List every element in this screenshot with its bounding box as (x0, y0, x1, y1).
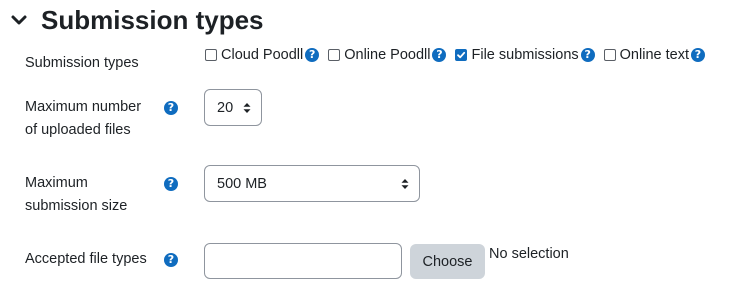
file-types-label: Accepted file types (25, 251, 147, 267)
help-icon[interactable]: ? (305, 48, 320, 62)
option-cloud-poodll[interactable]: Cloud Poodll ? (205, 47, 320, 63)
help-icon[interactable]: ? (164, 177, 178, 191)
file-types-selection: No selection (489, 246, 569, 262)
max-files-label-line1: Maximum number (25, 99, 142, 115)
online-text-label[interactable]: Online text (620, 47, 689, 63)
submission-types-label: Submission types (25, 55, 139, 71)
file-types-input[interactable] (204, 243, 402, 279)
max-size-value: 500 MB (217, 175, 267, 192)
submission-types-options: Cloud Poodll ? Online Poodll ? File subm… (205, 47, 705, 63)
max-size-select[interactable]: 500 MB (204, 165, 420, 202)
file-submissions-checkbox[interactable] (455, 49, 468, 61)
help-icon[interactable]: ? (580, 48, 595, 62)
choose-button[interactable]: Choose (410, 244, 485, 279)
section-header[interactable]: Submission types (10, 4, 264, 36)
help-icon[interactable]: ? (690, 48, 705, 62)
max-files-label: Maximum number of uploaded files (25, 96, 141, 142)
section-title: Submission types (41, 4, 264, 35)
online-poodll-label[interactable]: Online Poodll (344, 47, 430, 63)
select-arrows-icon (243, 102, 251, 113)
help-icon[interactable]: ? (432, 48, 447, 62)
max-files-label-line2: of uploaded files (25, 122, 131, 138)
option-online-text[interactable]: Online text ? (603, 47, 705, 63)
help-icon[interactable]: ? (164, 101, 178, 115)
chevron-down-icon[interactable] (10, 11, 28, 29)
file-submissions-label[interactable]: File submissions (471, 47, 578, 63)
max-size-label-line1: Maximum (25, 175, 88, 191)
max-files-select[interactable]: 20 (204, 89, 262, 126)
cloud-poodll-checkbox[interactable] (205, 49, 217, 61)
max-files-value: 20 (217, 99, 234, 116)
max-size-label-line2: submission size (25, 198, 128, 214)
cloud-poodll-label[interactable]: Cloud Poodll (221, 47, 303, 63)
online-poodll-checkbox[interactable] (328, 49, 341, 61)
help-icon[interactable]: ? (164, 253, 178, 267)
option-online-poodll[interactable]: Online Poodll ? (328, 47, 447, 63)
checkmark-icon (457, 51, 466, 59)
online-text-checkbox[interactable] (603, 49, 616, 61)
select-arrows-icon (401, 178, 409, 189)
option-file-submissions[interactable]: File submissions ? (455, 47, 595, 63)
max-size-label: Maximum submission size (25, 172, 127, 218)
